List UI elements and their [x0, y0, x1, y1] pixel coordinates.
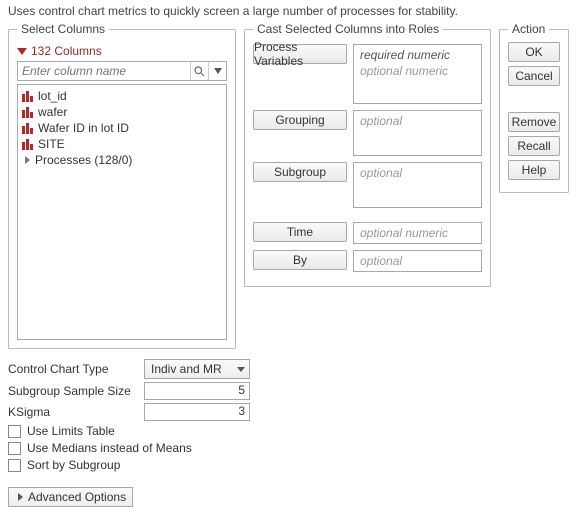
checkbox-label: Use Limits Table [27, 424, 115, 438]
column-label: lot_id [38, 89, 67, 103]
time-button[interactable]: Time [253, 222, 347, 242]
optional-hint: optional numeric [360, 63, 475, 79]
disclosure-down-icon [17, 48, 27, 55]
dialog-description: Uses control chart metrics to quickly sc… [8, 4, 569, 18]
chart-type-select[interactable]: Indiv and MR [144, 359, 250, 379]
column-label: SITE [38, 137, 65, 151]
ksigma-input[interactable]: 3 [144, 403, 250, 421]
checkbox-icon [8, 459, 21, 472]
checkbox-label: Use Medians instead of Means [27, 441, 192, 455]
column-label: Wafer ID in lot ID [38, 121, 129, 135]
column-item-lot-id[interactable]: lot_id [20, 88, 224, 104]
column-label: wafer [38, 105, 67, 119]
remove-button[interactable]: Remove [508, 112, 560, 132]
nominal-icon [22, 91, 34, 102]
search-icon[interactable] [190, 62, 208, 80]
process-variables-dropzone[interactable]: required numeric optional numeric [353, 44, 482, 104]
time-dropzone[interactable]: optional numeric [353, 222, 482, 244]
cast-roles-legend: Cast Selected Columns into Roles [253, 22, 443, 36]
grouping-dropzone[interactable]: optional [353, 110, 482, 156]
chart-type-label: Control Chart Type [8, 362, 144, 376]
process-variables-button[interactable]: Process Variables [253, 44, 347, 64]
nominal-icon [22, 139, 34, 150]
columns-list[interactable]: lot_id wafer Wafer ID in lot ID SITE Pro… [17, 84, 227, 340]
nominal-icon [22, 123, 34, 134]
column-filter [17, 61, 227, 81]
optional-hint: optional [360, 165, 475, 181]
recall-button[interactable]: Recall [508, 136, 560, 156]
disclosure-right-icon [18, 493, 23, 501]
sort-by-subgroup-checkbox[interactable]: Sort by Subgroup [8, 458, 268, 472]
column-filter-input[interactable] [18, 62, 190, 80]
checkbox-label: Sort by Subgroup [27, 458, 120, 472]
chart-type-value: Indiv and MR [151, 362, 222, 376]
action-group: Action OK Cancel Remove Recall Help [499, 22, 569, 193]
required-hint: required numeric [360, 47, 475, 63]
use-medians-checkbox[interactable]: Use Medians instead of Means [8, 441, 268, 455]
by-dropzone[interactable]: optional [353, 250, 482, 272]
optional-hint: optional [360, 113, 475, 129]
column-group-processes[interactable]: Processes (128/0) [20, 152, 224, 168]
checkbox-icon [8, 442, 21, 455]
disclosure-right-icon [25, 156, 30, 164]
select-columns-legend: Select Columns [17, 22, 109, 36]
subgroup-dropzone[interactable]: optional [353, 162, 482, 208]
chart-options: Control Chart Type Indiv and MR Subgroup… [8, 359, 268, 472]
subgroup-size-label: Subgroup Sample Size [8, 384, 144, 398]
subgroup-size-input[interactable]: 5 [144, 382, 250, 400]
grouping-button[interactable]: Grouping [253, 110, 347, 130]
use-limits-table-checkbox[interactable]: Use Limits Table [8, 424, 268, 438]
select-columns-group: Select Columns 132 Columns lot_id wafer [8, 22, 236, 349]
checkbox-icon [8, 425, 21, 438]
filter-dropdown-icon[interactable] [208, 62, 226, 80]
by-button[interactable]: By [253, 250, 347, 270]
cancel-button[interactable]: Cancel [508, 66, 560, 86]
columns-count-toggle[interactable]: 132 Columns [17, 44, 227, 58]
column-item-wafer-id-in-lot[interactable]: Wafer ID in lot ID [20, 120, 224, 136]
chevron-down-icon [237, 367, 245, 372]
ok-button[interactable]: OK [508, 42, 560, 62]
column-item-wafer[interactable]: wafer [20, 104, 224, 120]
column-group-label: Processes (128/0) [35, 153, 132, 167]
optional-hint: optional numeric [360, 226, 448, 240]
ksigma-label: KSigma [8, 405, 144, 419]
action-legend: Action [508, 22, 549, 36]
column-item-site[interactable]: SITE [20, 136, 224, 152]
nominal-icon [22, 107, 34, 118]
optional-hint: optional [360, 254, 402, 268]
advanced-options-toggle[interactable]: Advanced Options [8, 487, 133, 507]
help-button[interactable]: Help [508, 160, 560, 180]
subgroup-button[interactable]: Subgroup [253, 162, 347, 182]
cast-roles-group: Cast Selected Columns into Roles Process… [244, 22, 491, 287]
advanced-options-label: Advanced Options [28, 490, 126, 504]
columns-count-label: 132 Columns [31, 44, 102, 58]
